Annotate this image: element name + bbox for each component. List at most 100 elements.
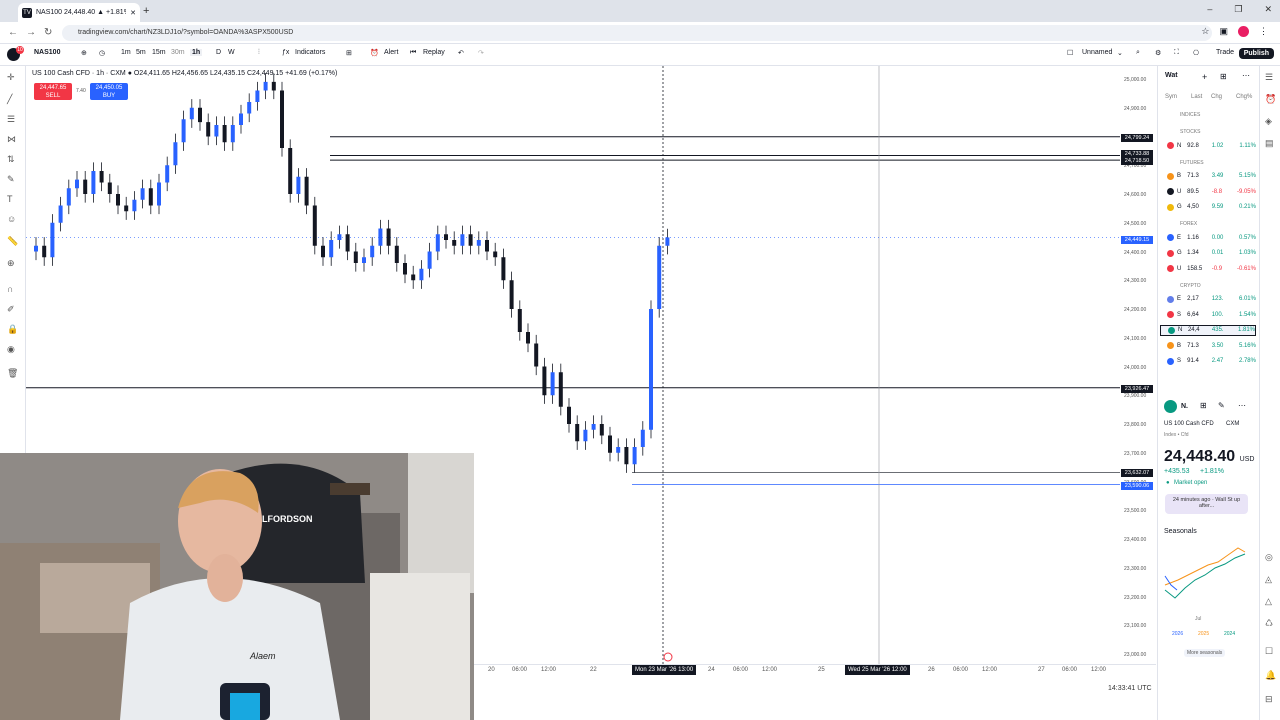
candle-body bbox=[501, 257, 506, 281]
watchlist-change: 0.01 bbox=[1211, 250, 1224, 256]
watchlist-title[interactable]: Wat bbox=[1165, 72, 1178, 79]
more-seasonals-button[interactable]: More seasonals bbox=[1184, 649, 1226, 657]
watchlist-row[interactable]: U 89.5 -8.8 -9.05% bbox=[1160, 186, 1256, 197]
candle-body bbox=[34, 245, 38, 252]
watchlist-section-header[interactable]: CRYPTO bbox=[1180, 283, 1201, 289]
ideas-icon[interactable]: ◎ bbox=[1265, 552, 1273, 563]
time-tick: 25 bbox=[818, 667, 825, 673]
watchlist-change: 0.00 bbox=[1211, 234, 1224, 241]
watchlist-icon[interactable]: ☰ bbox=[1265, 72, 1273, 83]
browser-menu-icon[interactable]: ⋮ bbox=[1259, 26, 1268, 37]
watchlist-section-header[interactable]: STOCKS bbox=[1180, 129, 1200, 135]
watchlist-row[interactable]: N 24,4 435. 1.81% bbox=[1160, 324, 1256, 336]
details-edit-icon[interactable]: ✎ bbox=[1218, 401, 1225, 410]
price-tick: 23,700.00 bbox=[1124, 450, 1147, 457]
snapshot-camera-icon[interactable]: ⎔ bbox=[1193, 49, 1199, 57]
candle-body bbox=[657, 245, 662, 309]
utc-clock[interactable]: 14:33:41 UTC bbox=[1108, 685, 1152, 692]
col-chg-pct: Chg% bbox=[1236, 94, 1253, 100]
fullscreen-icon[interactable]: ⛶ bbox=[1174, 49, 1179, 57]
candle-body bbox=[230, 125, 235, 143]
minimize-button[interactable]: – bbox=[1207, 4, 1212, 15]
buy-button[interactable]: 24,450.05 BUY bbox=[90, 83, 128, 100]
details-menu-icon[interactable]: ⋯ bbox=[1238, 401, 1246, 410]
news-pill[interactable]: 24 minutes ago · Wall St up after... bbox=[1165, 494, 1248, 514]
price-tick: 24,000.00 bbox=[1124, 364, 1147, 371]
dom-icon[interactable]: ⊟ bbox=[1265, 694, 1273, 705]
candle-body bbox=[337, 234, 342, 240]
chats-icon[interactable]: △ bbox=[1265, 596, 1272, 607]
time-axis[interactable] bbox=[474, 664, 1156, 678]
market-status: Market open bbox=[1174, 480, 1208, 486]
candle-body bbox=[378, 228, 383, 246]
window-controls: – ❐ ✕ bbox=[1207, 4, 1272, 15]
watchlist-section-header[interactable]: FOREX bbox=[1180, 221, 1197, 227]
crosshair-time-label-2: Wed 25 Mar '26 12:00 bbox=[845, 665, 910, 675]
details-name[interactable]: US 100 Cash CFD bbox=[1164, 421, 1214, 427]
streams-icon[interactable]: ◬ bbox=[1265, 574, 1272, 585]
watchlist-last: 1.16 bbox=[1187, 234, 1199, 241]
bell-icon[interactable]: 🔔 bbox=[1265, 670, 1276, 681]
price-tick: 24,100.00 bbox=[1124, 335, 1147, 342]
close-window-button[interactable]: ✕ bbox=[1264, 4, 1272, 15]
price-tick: 24,300.00 bbox=[1124, 278, 1147, 285]
watchlist-row[interactable]: N 92.8 1.02 1.11% bbox=[1160, 140, 1256, 151]
symbol-logo-icon bbox=[1167, 342, 1174, 349]
price-tick: 23,100.00 bbox=[1124, 623, 1147, 630]
watchlist-row[interactable]: E 1.16 0.00 0.57% bbox=[1160, 232, 1256, 243]
news-icon[interactable]: ▤ bbox=[1265, 138, 1274, 149]
publish-button[interactable]: Publish bbox=[1238, 48, 1274, 59]
watchlist-row[interactable]: G 1.34 0.01 1.03% bbox=[1160, 248, 1256, 259]
watchlist-change-pct: 1.81% bbox=[1237, 327, 1255, 333]
candle-body bbox=[124, 205, 129, 212]
help-icon[interactable]: ☐ bbox=[1265, 646, 1273, 657]
candle-body bbox=[517, 309, 522, 332]
sell-label: SELL bbox=[45, 93, 61, 99]
extensions-icon[interactable]: ▣ bbox=[1219, 26, 1228, 37]
time-tick: 06:00 bbox=[953, 667, 969, 673]
time-tick: 06:00 bbox=[1062, 667, 1078, 673]
time-tick: 24 bbox=[708, 667, 715, 673]
watchlist-row[interactable]: S 91.4 2.47 2.78% bbox=[1160, 356, 1256, 367]
watchlist-row[interactable]: U 158.5 -0.9 -0.61% bbox=[1160, 263, 1256, 274]
sell-price: 24,447.65 bbox=[39, 85, 67, 91]
candle-body bbox=[550, 372, 555, 396]
watchlist-last: 158.5 bbox=[1187, 265, 1203, 272]
bookmark-star-icon[interactable]: ☆ bbox=[1201, 26, 1209, 37]
profile-avatar[interactable] bbox=[1238, 26, 1249, 37]
seasonals-chart[interactable] bbox=[1163, 540, 1247, 612]
alerts-clock-icon[interactable]: ⏰ bbox=[1265, 94, 1276, 105]
add-symbol-icon[interactable]: + bbox=[1202, 72, 1207, 82]
watchlist-change-pct: 0.21% bbox=[1238, 204, 1256, 210]
data-window-icon[interactable]: ◈ bbox=[1265, 116, 1272, 127]
sell-button[interactable]: 24,447.65 SELL bbox=[34, 83, 72, 100]
watchlist-panel: Wat + ⊞ ⋯ Sym Last Chg Chg% bbox=[1157, 66, 1258, 720]
col-chg: Chg bbox=[1211, 94, 1223, 100]
watchlist-change-pct: -0.61% bbox=[1236, 265, 1256, 272]
maximize-button[interactable]: ❐ bbox=[1234, 4, 1242, 15]
watchlist-row[interactable]: G 4,50 9.59 0.21% bbox=[1160, 202, 1256, 213]
details-grid-icon[interactable]: ⊞ bbox=[1200, 401, 1207, 410]
price-tick: 24,600.00 bbox=[1124, 192, 1147, 198]
watchlist-row[interactable]: B 71.3 3.49 5.15% bbox=[1160, 171, 1256, 182]
watchlist-last: 91.4 bbox=[1187, 358, 1199, 364]
details-symbol[interactable]: N. bbox=[1181, 403, 1188, 410]
watchlist-row[interactable]: S 6,64 100. 1.54% bbox=[1160, 309, 1256, 320]
watchlist-row[interactable]: B 71.3 3.50 5.16% bbox=[1160, 340, 1256, 351]
watchlist-change-pct: 6.01% bbox=[1238, 296, 1256, 302]
candle-body bbox=[296, 176, 301, 194]
details-exchange: CXM bbox=[1226, 421, 1240, 427]
advanced-view-icon[interactable]: ⊞ bbox=[1220, 72, 1227, 81]
watchlist-menu-icon[interactable]: ⋯ bbox=[1242, 71, 1250, 80]
candle-body bbox=[599, 424, 604, 436]
watchlist-row[interactable]: E 2,17 123. 6.01% bbox=[1160, 294, 1256, 305]
candle-body bbox=[181, 119, 186, 143]
price-level-label: 24,449.15 bbox=[1121, 236, 1153, 244]
trade-button[interactable]: Trade bbox=[1216, 49, 1234, 56]
candle-body bbox=[493, 251, 498, 258]
time-tick: 12:00 bbox=[1091, 667, 1107, 673]
candle-body bbox=[558, 372, 563, 407]
watchlist-section-header[interactable]: FUTURES bbox=[1180, 160, 1204, 166]
watchlist-section-header[interactable]: INDICES bbox=[1180, 112, 1200, 118]
notifications-icon[interactable]: ♺ bbox=[1265, 618, 1273, 629]
